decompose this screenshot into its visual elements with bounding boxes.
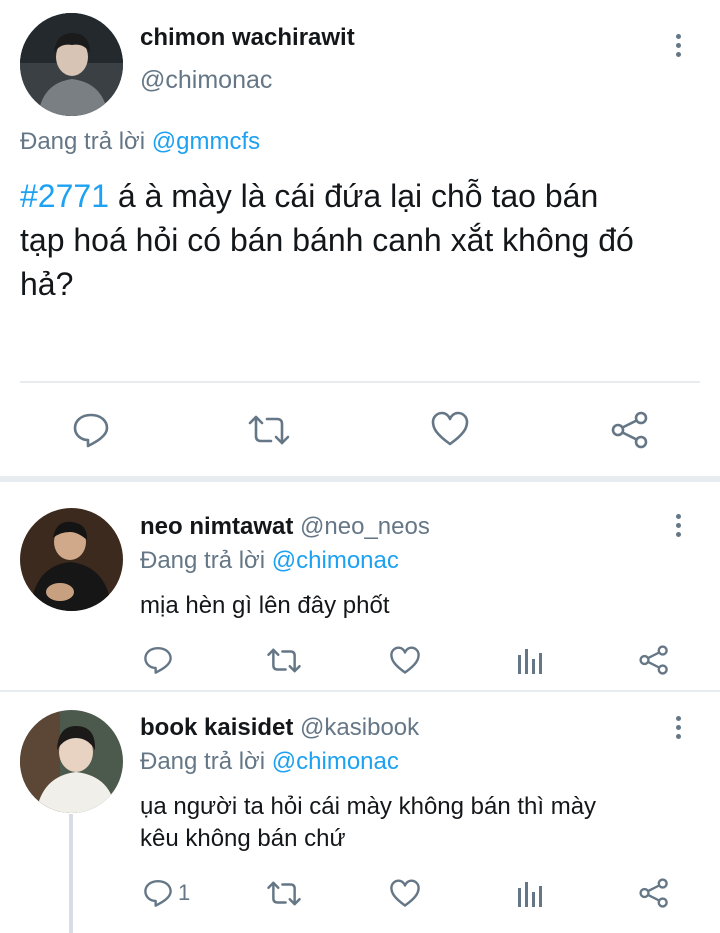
reply-icon[interactable] bbox=[143, 645, 173, 675]
replying-prefix: Đang trả lời bbox=[140, 748, 266, 775]
retweet-icon[interactable] bbox=[247, 414, 291, 446]
replying-to-line: Đang trả lời @chimonac bbox=[140, 748, 399, 776]
divider bbox=[0, 690, 720, 692]
reply-text: ụa người ta hỏi cái mày không bán thì mà… bbox=[140, 791, 710, 855]
like-icon[interactable] bbox=[430, 411, 470, 447]
handle[interactable]: @kasibook bbox=[300, 714, 419, 741]
reply-text-line: ụa người ta hỏi cái mày không bán thì mà… bbox=[140, 793, 597, 820]
reply-count: 1 bbox=[178, 880, 191, 905]
reply-text-line: kêu không bán chứ bbox=[140, 825, 346, 852]
more-options-icon[interactable] bbox=[673, 34, 683, 57]
like-icon[interactable] bbox=[389, 879, 421, 908]
share-icon[interactable] bbox=[638, 645, 670, 675]
replying-prefix: Đang trả lời bbox=[140, 547, 266, 574]
hashtag-link[interactable]: #2771 bbox=[20, 178, 109, 214]
display-name[interactable]: chimon wachirawit bbox=[140, 24, 355, 52]
share-icon[interactable] bbox=[610, 411, 650, 449]
avatar[interactable] bbox=[20, 13, 123, 116]
reply-header: book kaisidet @kasibook bbox=[140, 714, 419, 742]
tweet-text-line: tạp hoá hỏi có bán bánh canh xắt không đ… bbox=[20, 222, 634, 258]
tweet-text-line: hả? bbox=[20, 266, 74, 302]
analytics-icon[interactable] bbox=[517, 878, 545, 908]
replying-to-link[interactable]: @chimonac bbox=[272, 547, 399, 574]
replying-prefix: Đang trả lời bbox=[20, 128, 146, 155]
share-icon[interactable] bbox=[638, 878, 670, 908]
replying-to-link[interactable]: @chimonac bbox=[272, 748, 399, 775]
handle[interactable]: @neo_neos bbox=[300, 513, 430, 540]
avatar[interactable] bbox=[20, 710, 123, 813]
reply-icon[interactable] bbox=[72, 412, 110, 448]
more-options-icon[interactable] bbox=[673, 716, 683, 739]
section-divider bbox=[0, 476, 720, 482]
display-name[interactable]: neo nimtawat bbox=[140, 513, 293, 540]
retweet-icon[interactable] bbox=[266, 880, 302, 907]
avatar[interactable] bbox=[20, 508, 123, 611]
reply-icon[interactable] bbox=[143, 878, 173, 908]
like-icon[interactable] bbox=[389, 646, 421, 675]
replying-to-line: Đang trả lời @chimonac bbox=[140, 547, 399, 575]
retweet-icon[interactable] bbox=[266, 647, 302, 674]
handle[interactable]: @chimonac bbox=[140, 66, 272, 95]
reply-text-line: mịa hèn gì lên đây phốt bbox=[140, 592, 390, 619]
display-name[interactable]: book kaisidet bbox=[140, 714, 293, 741]
reply-header: neo nimtawat @neo_neos bbox=[140, 513, 430, 541]
reply-text: mịa hèn gì lên đây phốt bbox=[140, 590, 390, 622]
thread-line bbox=[69, 814, 73, 933]
divider bbox=[20, 381, 700, 383]
replying-to-link[interactable]: @gmmcfs bbox=[152, 128, 260, 155]
tweet-text: #2771 á à mày là cái đứa lại chỗ tao bán… bbox=[20, 174, 720, 306]
more-options-icon[interactable] bbox=[673, 514, 683, 537]
analytics-icon[interactable] bbox=[517, 645, 545, 675]
replying-to-line: Đang trả lời @gmmcfs bbox=[20, 128, 260, 156]
tweet-text-line: á à mày là cái đứa lại chỗ tao bán bbox=[108, 178, 599, 214]
